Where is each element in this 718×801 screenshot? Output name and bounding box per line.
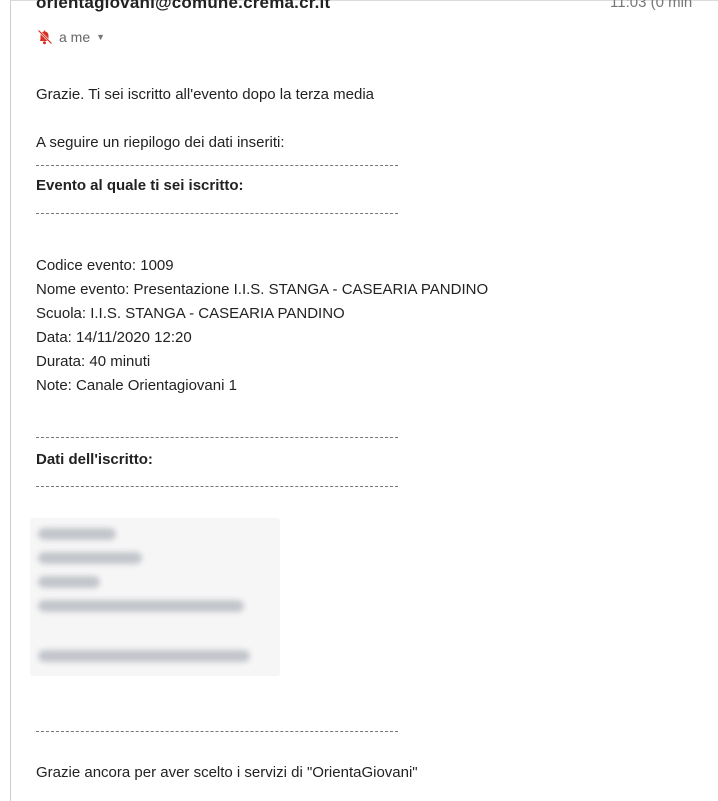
separator-line (36, 731, 398, 732)
blurred-line (38, 552, 142, 564)
event-code: Codice evento: 1009 (36, 257, 174, 274)
event-duration: Durata: 40 minuti (36, 353, 151, 370)
sender-address[interactable]: orientagiovani@comune.crema.cr.it (36, 0, 330, 13)
summary-intro: A seguire un riepilogo dei dati inseriti… (36, 134, 285, 151)
recipient-line[interactable]: a me ▼ (36, 27, 105, 47)
event-notes: Note: Canale Orientagiovani 1 (36, 377, 237, 394)
separator-line (36, 437, 398, 438)
blurred-line (38, 576, 100, 588)
separator-line (36, 165, 398, 166)
chevron-down-icon[interactable]: ▼ (96, 32, 105, 42)
separator-line (36, 486, 398, 487)
blurred-line (38, 600, 244, 612)
separator-line (36, 213, 398, 214)
email-message (10, 0, 718, 801)
event-date: Data: 14/11/2020 12:20 (36, 329, 192, 346)
blurred-registrant-details (30, 518, 280, 676)
blurred-line (38, 650, 250, 662)
event-heading: Evento al quale ti sei iscritto: (36, 177, 244, 194)
greeting-text: Grazie. Ti sei iscritto all'evento dopo … (36, 86, 375, 103)
registrant-heading: Dati dell'iscritto: (36, 451, 153, 468)
event-name: Nome evento: Presentazione I.I.S. STANGA… (36, 281, 489, 298)
blurred-line (38, 528, 116, 540)
message-time[interactable]: 11:03 (0 min (610, 0, 692, 11)
mute-bell-icon[interactable] (36, 29, 54, 45)
closing-text: Grazie ancora per aver scelto i servizi … (36, 764, 418, 781)
recipient-label: a me (59, 29, 91, 45)
event-school: Scuola: I.I.S. STANGA - CASEARIA PANDINO (36, 305, 345, 322)
